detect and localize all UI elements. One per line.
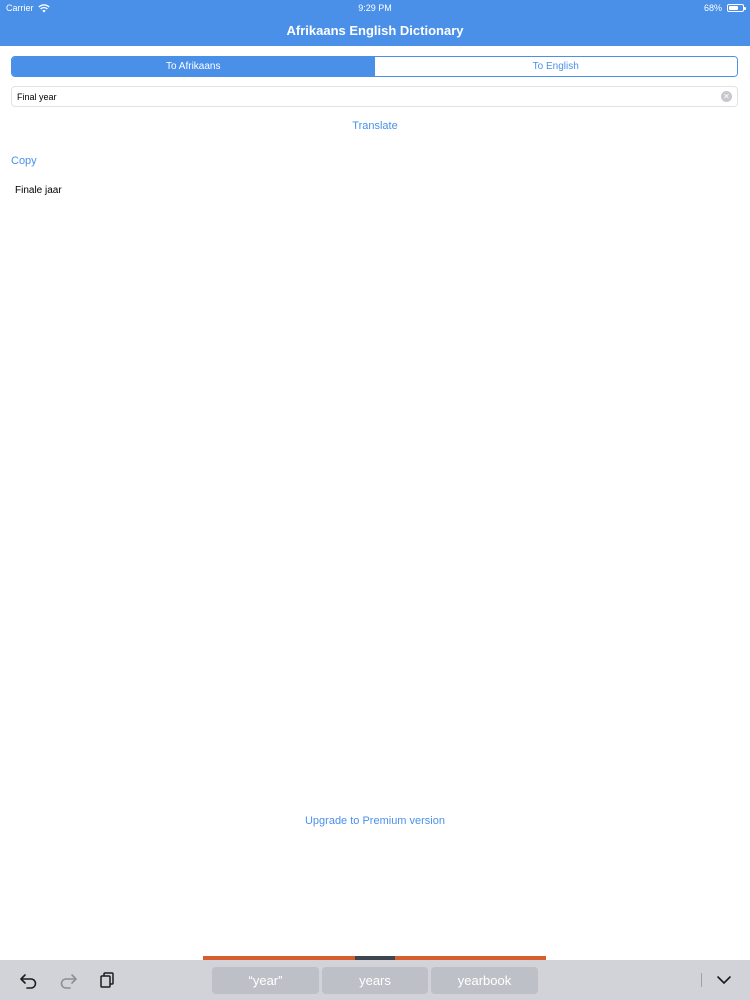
status-bar: Carrier 9:29 PM 68% bbox=[0, 0, 750, 16]
battery-level-fill bbox=[729, 6, 738, 10]
search-field-container: ✕ bbox=[11, 86, 738, 107]
battery-percent: 68% bbox=[703, 3, 722, 13]
keyboard-divider bbox=[701, 973, 702, 987]
dismiss-keyboard-icon[interactable] bbox=[714, 971, 734, 989]
app-header: Carrier 9:29 PM 68% Afrikaans English Di… bbox=[0, 0, 750, 46]
suggestion-2[interactable]: years bbox=[322, 967, 428, 994]
status-time: 9:29 PM bbox=[358, 3, 392, 13]
translate-button[interactable]: Translate bbox=[0, 120, 750, 132]
battery-group: 68% bbox=[703, 3, 746, 13]
direction-segmented-control: To Afrikaans To English bbox=[11, 56, 738, 77]
upgrade-premium-link[interactable]: Upgrade to Premium version bbox=[0, 815, 750, 827]
page-title: Afrikaans English Dictionary bbox=[286, 23, 464, 38]
translation-result: Finale jaar bbox=[15, 185, 62, 196]
battery-icon bbox=[727, 4, 746, 12]
copy-button[interactable]: Copy bbox=[11, 155, 37, 167]
suggestion-3[interactable]: yearbook bbox=[431, 967, 538, 994]
suggestion-1[interactable]: “year” bbox=[212, 967, 319, 994]
clear-circle-icon[interactable]: ✕ bbox=[721, 91, 732, 102]
search-input[interactable] bbox=[12, 87, 712, 106]
segment-to-english[interactable]: To English bbox=[374, 57, 737, 76]
redo-icon[interactable] bbox=[58, 971, 78, 989]
keyboard-shortcut-bar: “year” years yearbook bbox=[0, 960, 750, 1000]
battery-tip bbox=[744, 7, 746, 10]
segment-to-afrikaans[interactable]: To Afrikaans bbox=[12, 57, 375, 76]
paste-icon[interactable] bbox=[98, 971, 118, 989]
undo-icon[interactable] bbox=[19, 971, 39, 989]
